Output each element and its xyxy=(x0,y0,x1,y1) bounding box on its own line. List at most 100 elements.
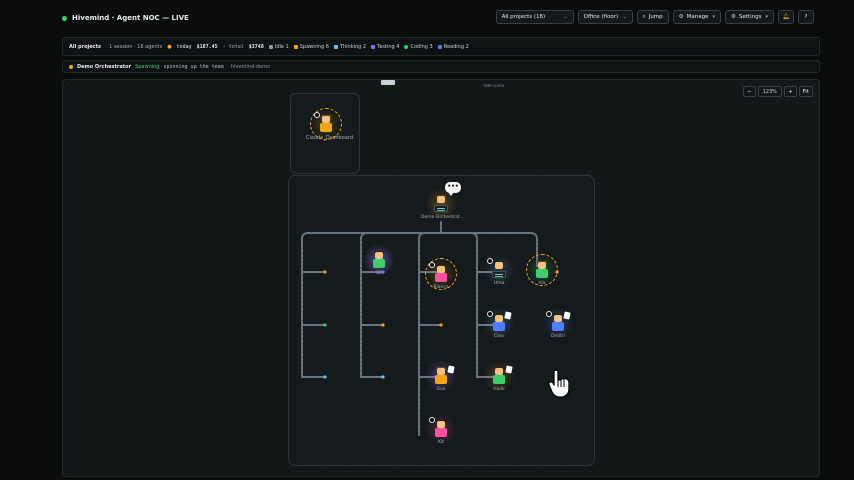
status-swatch xyxy=(333,44,338,49)
status-count-coding[interactable]: Coding 3 xyxy=(404,43,433,50)
agent-ida[interactable]: Ida xyxy=(522,254,562,286)
agent-eli[interactable]: Eli xyxy=(359,244,399,276)
status-count-thinking[interactable]: Thinking 2 xyxy=(333,43,367,50)
agent-avatar xyxy=(483,254,515,286)
agent-body xyxy=(536,269,548,278)
connector-line-right xyxy=(440,232,478,378)
notifications-button[interactable]: 🔔︎ xyxy=(778,10,794,24)
agent-avatar xyxy=(425,188,457,220)
stats-total-label: · total xyxy=(222,43,244,50)
settings-button[interactable]: ⚙ Settings ▾ xyxy=(724,10,774,24)
hand-cursor-icon xyxy=(548,369,570,398)
status-swatch xyxy=(268,44,273,49)
agent-avatar xyxy=(363,244,395,276)
jump-button[interactable]: ⌕ Jump xyxy=(636,10,669,24)
agent-avatar xyxy=(310,108,342,140)
status-label: Coding 3 xyxy=(410,43,433,50)
connector-node xyxy=(323,323,327,327)
agent-body xyxy=(493,375,505,384)
agent-body xyxy=(320,123,332,132)
connector-node xyxy=(439,323,443,327)
app-frame: Hivemind · Agent NOC — LIVE All projects… xyxy=(0,0,854,480)
orchestrator-status-dot xyxy=(69,64,73,69)
agent-body xyxy=(373,259,385,268)
agent-demo-orchestrator[interactable]: Demo Orchestrat... xyxy=(421,188,464,220)
agent-bianca[interactable]: Bianca xyxy=(421,258,461,290)
agent-desk xyxy=(492,271,506,278)
status-label: Testing 4 xyxy=(377,43,400,50)
settings-button-label: Settings xyxy=(738,14,762,20)
agent-head xyxy=(495,315,503,322)
agent-gus[interactable]: Gus xyxy=(421,360,461,392)
agent-head xyxy=(322,116,330,123)
connector-node xyxy=(323,375,327,379)
stats-sessions: · 1 session · 18 agents xyxy=(105,43,163,50)
status-count-testing[interactable]: Testing 4 xyxy=(371,44,399,50)
live-indicator xyxy=(62,15,67,21)
agent-hank[interactable]: Hank xyxy=(479,360,519,392)
agent-avatar xyxy=(425,413,457,445)
stats-total-value: $3748 xyxy=(248,43,264,50)
status-label: Idle 1 xyxy=(274,43,289,50)
agent-head xyxy=(538,262,546,269)
view-select[interactable]: Office (floor) ⌄ xyxy=(577,10,633,24)
gear-icon: ⚙ xyxy=(730,14,736,20)
agent-uma[interactable]: Uma xyxy=(479,254,519,286)
agent-cleo[interactable]: Cleo xyxy=(479,307,519,339)
status-label: Spawning 6 xyxy=(299,43,329,50)
gear-icon: ⚙ xyxy=(678,14,684,20)
jump-button-label: Jump xyxy=(648,14,663,20)
coin-icon: ● xyxy=(167,43,172,50)
agent-kit[interactable]: Kit xyxy=(421,413,461,445)
agent-body xyxy=(435,375,447,384)
agent-head xyxy=(437,196,445,203)
status-swatch xyxy=(293,44,298,49)
status-count-idle[interactable]: Idle 1 xyxy=(268,43,289,50)
status-swatch xyxy=(404,44,409,49)
status-ring-icon xyxy=(487,258,493,264)
status-swatch xyxy=(437,44,442,49)
agent-body xyxy=(435,273,447,282)
help-button-label: ? xyxy=(804,14,808,20)
orchestrator-message: spinning up the team xyxy=(163,63,224,70)
agent-head xyxy=(375,252,383,259)
orchestrator-name: Demo Orchestrator xyxy=(77,63,132,70)
agent-avatar xyxy=(526,254,558,286)
orchestrator-status: Spawning xyxy=(135,63,160,70)
agent-head xyxy=(437,421,445,428)
status-ring-icon xyxy=(487,311,493,317)
status-ring-icon xyxy=(314,112,320,118)
connector-node xyxy=(381,375,385,379)
agent-head xyxy=(437,266,445,273)
office-canvas[interactable]: − 123% + Fit TIME CLOCK Demo Orchestrat.… xyxy=(62,79,820,477)
help-button[interactable]: ? xyxy=(798,10,814,24)
top-bar: Hivemind · Agent NOC — LIVE All projects… xyxy=(62,7,820,29)
agent-desk xyxy=(434,205,448,212)
status-swatch xyxy=(371,44,376,49)
agent-head xyxy=(437,368,445,375)
agent-avatar xyxy=(425,258,457,290)
status-ring-icon xyxy=(429,417,435,423)
status-count-reading[interactable]: Reading 2 xyxy=(437,44,469,50)
agent-body xyxy=(493,322,505,331)
search-icon: ⌕ xyxy=(642,13,646,20)
orchestrator-bar[interactable]: Demo Orchestrator Spawning spinning up t… xyxy=(62,60,820,73)
connector-node xyxy=(381,323,385,327)
agent-head xyxy=(554,315,562,322)
project-select[interactable]: All projects (18) ⌄ xyxy=(495,10,574,24)
view-select-value: Office (floor) xyxy=(583,14,619,20)
dashboard-agent[interactable]: Claude_Dashboard xyxy=(306,108,353,141)
manage-button[interactable]: ⚙ Manage ▾ xyxy=(672,10,721,24)
agent-dmitri[interactable]: Dmitri xyxy=(538,307,578,339)
status-label: Thinking 2 xyxy=(339,43,367,50)
status-count-spawning[interactable]: Spawning 6 xyxy=(293,43,329,50)
speech-bubble-icon: ••• xyxy=(445,182,461,196)
caret-down-icon: ▾ xyxy=(765,14,768,20)
orchestrator-project: · hivemind-demo xyxy=(227,63,271,70)
chevron-down-icon: ⌄ xyxy=(563,14,568,20)
agent-head xyxy=(495,262,503,269)
agent-body xyxy=(435,428,447,437)
caret-down-icon: ▾ xyxy=(712,14,715,20)
agent-body xyxy=(552,322,564,331)
stats-today-value: $187.45 xyxy=(196,43,218,50)
